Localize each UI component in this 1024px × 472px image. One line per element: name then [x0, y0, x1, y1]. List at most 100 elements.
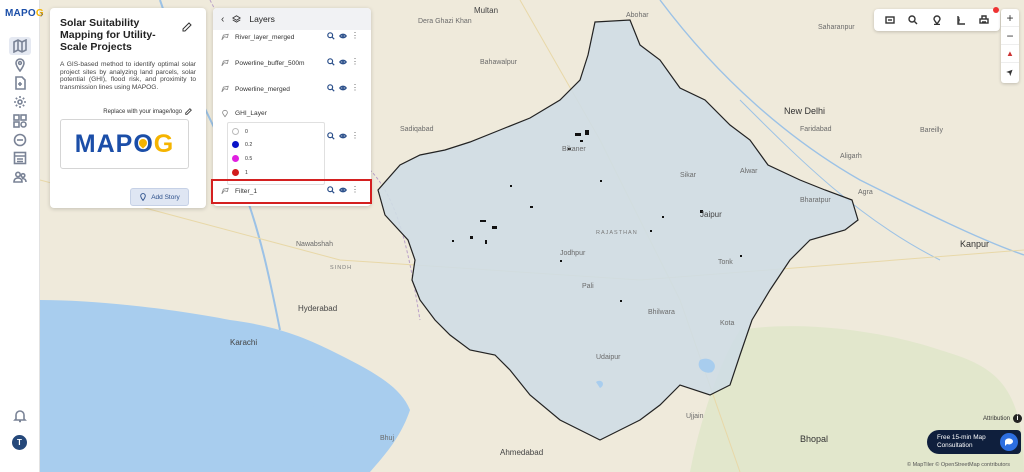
label-sadiqabad: Sadiqabad [400, 126, 434, 133]
zoom-to-layer-icon[interactable] [327, 32, 335, 40]
label-new-delhi: New Delhi [784, 106, 826, 116]
layer-name: Filter_1 [235, 188, 257, 195]
logo-g-text: G [153, 129, 175, 158]
label-multan: Multan [474, 6, 499, 15]
attribution-label: Attribution [983, 415, 1011, 422]
layers-panel: ‹ Layers River_layer_merged ⋮ Powerline_… [213, 8, 371, 206]
left-rail: MAPOG T [0, 0, 44, 472]
legend-label: 0.2 [245, 141, 253, 148]
label-hyderabad: Hyderabad [298, 304, 338, 313]
label-ahmedabad: Ahmedabad [500, 448, 544, 457]
table-icon[interactable] [9, 149, 31, 167]
logo-main-text: MAP [5, 8, 28, 19]
more-options-icon[interactable]: ⋮ [351, 186, 359, 194]
more-options-icon[interactable]: ⋮ [351, 132, 359, 140]
label-bikaner: Bikaner [562, 146, 586, 153]
user-avatar[interactable]: T [12, 435, 27, 450]
label-sikar: Sikar [680, 172, 696, 179]
layer-type-icon [221, 59, 229, 67]
layer-row[interactable]: Powerline_buffer_500m ⋮ [213, 54, 371, 74]
logo-pin-o: O [133, 130, 153, 159]
logo-main-text: MAP [74, 129, 134, 158]
layer-name: Powerline_buffer_500m [235, 60, 305, 67]
map-icon[interactable] [9, 37, 31, 55]
team-icon[interactable] [9, 168, 31, 186]
layer-row[interactable]: River_layer_merged ⋮ [213, 28, 371, 48]
layer-row-filter[interactable]: Filter_1 ⋮ [213, 182, 371, 202]
label-bahawalpur: Bahawalpur [480, 59, 517, 66]
legend-label: 1 [245, 169, 248, 176]
pin-icon[interactable] [9, 56, 31, 74]
legend-swatch [232, 141, 239, 148]
zoom-to-layer-icon[interactable] [327, 84, 335, 92]
label-ujjain: Ujjain [686, 413, 704, 420]
visibility-eye-icon[interactable] [339, 32, 347, 40]
label-saharanpur: Saharanpur [818, 24, 855, 31]
label-jaipur: Jaipur [700, 210, 722, 219]
legend-swatch [232, 169, 239, 176]
add-story-label: Add Story [151, 193, 180, 201]
layer-row[interactable]: GHI_Layer [213, 104, 371, 124]
file-add-icon[interactable] [9, 74, 31, 92]
layer-type-icon [222, 109, 228, 118]
measure-icon[interactable] [955, 14, 967, 26]
ghi-legend: 0 0.2 0.5 1 [227, 122, 325, 185]
label-alwar: Alwar [740, 168, 758, 175]
logo-o-text: O [27, 8, 36, 19]
more-options-icon[interactable]: ⋮ [351, 32, 359, 40]
zoom-to-layer-icon[interactable] [327, 186, 335, 194]
visibility-eye-icon[interactable] [339, 58, 347, 66]
label-bhuj: Bhuj [380, 435, 395, 442]
back-chevron-icon[interactable]: ‹ [221, 14, 224, 25]
visibility-eye-icon[interactable] [339, 186, 347, 194]
layer-name: Powerline_merged [235, 86, 290, 93]
layer-name: GHI_Layer [235, 110, 267, 117]
more-options-icon[interactable]: ⋮ [351, 84, 359, 92]
chat-icon[interactable] [1000, 433, 1018, 451]
visibility-eye-icon[interactable] [339, 84, 347, 92]
consultation-text: Free 15-min Map Consultation [937, 434, 986, 449]
mapog-logo-small[interactable]: MAPOG [5, 8, 44, 19]
label-tonk: Tonk [718, 259, 733, 266]
more-options-icon[interactable]: ⋮ [351, 58, 359, 66]
story-logo-box[interactable]: MAP O G [60, 119, 189, 169]
info-icon[interactable]: i [1013, 414, 1023, 423]
legend-item: 1 [232, 169, 248, 176]
label-rajasthan: RAJASTHAN [596, 230, 638, 236]
map-print-icon[interactable] [884, 14, 896, 26]
label-sindh: SINDH [330, 265, 353, 271]
edit-pencil-icon[interactable] [182, 22, 192, 32]
layer-type-icon [221, 187, 229, 195]
visibility-eye-icon[interactable] [339, 132, 347, 140]
map-consultation-button[interactable]: Free 15-min Map Consultation [927, 430, 1021, 454]
legend-item: 0.5 [232, 155, 252, 162]
layers-analysis-icon[interactable] [9, 112, 31, 130]
layers-header: ‹ Layers [213, 8, 371, 30]
expand-chevron-icon[interactable]: › [40, 9, 50, 21]
notification-bell-icon[interactable] [9, 407, 31, 425]
layers-stack-icon [232, 14, 242, 23]
search-icon[interactable] [907, 14, 919, 26]
settings-icon[interactable] [9, 93, 31, 111]
label-agra: Agra [858, 189, 873, 196]
zoom-to-layer-icon[interactable] [327, 132, 335, 140]
add-story-button[interactable]: Add Story [130, 188, 189, 206]
label-bhilwara: Bhilwara [648, 309, 675, 316]
label-karachi: Karachi [230, 338, 258, 347]
ghi-layer-actions: ⋮ [327, 132, 359, 140]
data-icon[interactable] [9, 131, 31, 149]
label-bhopal: Bhopal [800, 434, 829, 444]
replace-logo-link[interactable]: Replace with your image/logo [103, 108, 192, 115]
label-abohar: Abohar [626, 12, 649, 19]
mapog-logo: MAP O G [75, 130, 174, 159]
layer-row[interactable]: Powerline_merged ⋮ [213, 80, 371, 100]
zoom-to-layer-icon[interactable] [327, 58, 335, 66]
layers-title: Layers [249, 14, 275, 24]
zoom-out-button[interactable]: − [1001, 27, 1019, 45]
zoom-in-button[interactable]: + [1001, 9, 1019, 27]
location-icon[interactable] [931, 14, 943, 26]
attribution[interactable]: Attribution i [983, 414, 1023, 423]
label-kanpur: Kanpur [960, 239, 990, 249]
label-bharatpur: Bharatpur [800, 197, 831, 204]
print-icon[interactable] [978, 14, 990, 26]
